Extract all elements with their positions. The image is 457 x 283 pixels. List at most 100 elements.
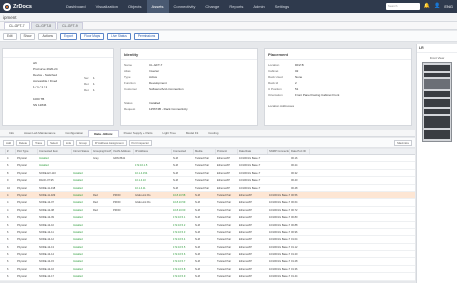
column-header[interactable]: IP Address	[134, 149, 172, 154]
nav-item-visualization[interactable]: Visualization	[91, 0, 123, 13]
table-cell: NODE-12-07	[39, 201, 54, 205]
property-value: sift	[33, 61, 37, 65]
detail-tab[interactable]: Info	[4, 130, 19, 137]
detail-tab[interactable]: Asset Lab Maintenance	[19, 130, 60, 137]
table-row[interactable]: 4 Physical NODE-11-029 Installed Red PROD GGE-…	[0, 191, 415, 200]
table-row[interactable]: 6 Physical Installed 172.16.1.5 N-M Twisted P…	[0, 162, 415, 170]
column-header[interactable]: Grouping/CLAN	[92, 149, 112, 154]
detail-tab[interactable]: Light Tree	[158, 130, 181, 137]
table-cell: 4	[7, 201, 9, 205]
table-cell: 10.1.4.154	[135, 171, 148, 175]
table-row[interactable]: 6 Physical NODE-12-13 Installed 172.16.5.5 N-…	[0, 243, 415, 252]
language-selector[interactable]: ENG	[444, 4, 453, 9]
object-tab[interactable]: CL-GFT-8	[30, 22, 57, 29]
nav-item-change[interactable]: Change	[200, 0, 224, 13]
rack-unit[interactable]	[424, 116, 450, 128]
table-row[interactable]: 6 Physical NODE-12-10 Installed 172.16.5.2 N-…	[0, 221, 415, 229]
grid-group-button[interactable]: Group	[76, 139, 90, 146]
column-header[interactable]: #	[6, 149, 16, 154]
rack-unit[interactable]	[424, 99, 450, 107]
toolbar-floor-maps-button[interactable]: Floor Maps	[80, 32, 105, 40]
table-row[interactable]: 6 Physical NODE-12-16 Installed 172.16.5.8 N-…	[0, 265, 415, 274]
rack-unit[interactable]	[424, 91, 450, 97]
nav-item-reports[interactable]: Reports	[224, 0, 248, 13]
grid-delete-button[interactable]: Delete	[15, 139, 31, 146]
table-cell: NODE-11-029	[39, 193, 56, 197]
toolbar-export-button[interactable]: Export	[59, 32, 78, 40]
toolbar-show-button[interactable]: Show	[19, 32, 36, 40]
property-value: 02	[295, 69, 299, 73]
rack-unit[interactable]	[424, 130, 450, 139]
table-row[interactable]: 10 Physical NODE-11-018 Installed 10.1.4.11 N…	[0, 184, 415, 192]
bell-icon[interactable]: 🔔	[424, 3, 430, 10]
nav-item-assets[interactable]: Assets	[146, 0, 169, 13]
detail-tab[interactable]: Model Fit	[181, 130, 203, 137]
toolbar-actions-button[interactable]: Actions	[38, 32, 57, 40]
table-row[interactable]: 4 Physical NODE-12-08 Installed Red PROD 10.8.…	[0, 206, 415, 215]
detail-tab[interactable]: Power Supply + Parts	[119, 130, 158, 137]
table-cell: 00.88	[291, 223, 298, 227]
detail-tab[interactable]: Configuration	[60, 130, 88, 137]
column-header[interactable]: Connected	[172, 149, 194, 154]
table-row[interactable]: 4 Physical Installed Grey GRN 8641 N-M Twisted…	[0, 155, 415, 163]
table-row[interactable]: 6 Physical NODE-12-12 Installed 172.16.5.4 N-…	[0, 236, 415, 244]
column-header[interactable]: Media	[194, 149, 216, 154]
nav-item-connectivity[interactable]: Connectivity	[169, 0, 201, 13]
grid-ip-address-assignment-button[interactable]: IP Address Assignment	[91, 139, 127, 146]
grid-add-button[interactable]: Add	[3, 139, 14, 146]
column-header[interactable]: Connected Item	[38, 149, 72, 154]
table-cell: 172.16.5.3	[173, 230, 186, 234]
rack-unit[interactable]	[424, 73, 450, 77]
object-tab[interactable]: CL-GFT-9	[57, 22, 83, 29]
column-header[interactable]: Protocol	[216, 149, 238, 154]
table-row[interactable]: 8 Physical NODE-EX-110 Installed 10.1.4.154 N…	[0, 169, 415, 178]
column-header[interactable]: VLAN Address	[112, 149, 134, 154]
grid-port-inspector-button[interactable]: Port Inspector	[128, 139, 152, 146]
rack-unit[interactable]	[424, 65, 450, 71]
column-header[interactable]: Circuit Status	[72, 149, 92, 154]
rack-unit[interactable]	[424, 109, 450, 114]
user-icon[interactable]: 👤	[434, 3, 440, 10]
nav-item-admin[interactable]: Admin	[248, 0, 269, 13]
column-header[interactable]: SNMP Connection	[268, 149, 290, 154]
table-row[interactable]: 6 Physical NODE-12-09 Installed 172.16.5.1 N-…	[0, 214, 415, 222]
nav-item-dashboard[interactable]: Dashboard	[61, 0, 91, 13]
maximize-button[interactable]: Maximize	[394, 139, 412, 146]
table-row[interactable]: 6 Physical NODE-12-14 Installed 172.16.5.6 N-…	[0, 251, 415, 259]
property-value: Inverter	[149, 69, 160, 73]
table-row[interactable]: 4 Physical NODE-12-07 Installed Red PROD GGE-L…	[0, 199, 415, 207]
logo-text: ZrDocs	[13, 3, 32, 10]
column-header[interactable]: Port Type	[16, 149, 38, 154]
table-cell: Ethernet/IP	[239, 238, 252, 242]
grid-select-button[interactable]: Select	[47, 139, 61, 146]
rack-unit[interactable]	[424, 79, 450, 89]
table-row[interactable]: 9 Physical RACK-07.95 Installed 10.1.4.10 N-M…	[0, 177, 415, 185]
table-cell: Twisted Pair	[217, 267, 232, 271]
table-cell: N-M	[195, 267, 200, 271]
grid-trace-button[interactable]: Trace	[32, 139, 46, 146]
table-row[interactable]: 6 Physical NODE-12-17 Installed 172.16.5.9 N-…	[0, 273, 415, 281]
table-cell: Twisted Pair	[217, 253, 232, 257]
toolbar-edit-button[interactable]: Edit	[3, 32, 17, 40]
top-right-tools: Search 🔔 👤 ENG	[385, 3, 457, 10]
global-search-input[interactable]: Search	[385, 3, 420, 10]
detail-tab[interactable]: Data - Ethnic	[88, 129, 119, 137]
toolbar-live-status-button[interactable]: Live Status	[107, 32, 131, 40]
rack-diagram[interactable]	[422, 62, 452, 142]
table-cell: 172.16.5.1	[173, 216, 186, 220]
table-row[interactable]: 6 Physical NODE-12-15 Installed 172.16.5.7 N-…	[0, 258, 415, 266]
column-header[interactable]: Data Rate	[238, 149, 268, 154]
table-row[interactable]: 6 Physical NODE-12-11 Installed 172.16.5.3 N-…	[0, 228, 415, 237]
object-tab[interactable]: CL-GFT-7	[4, 22, 30, 29]
column-header[interactable]: Data Port ID	[290, 149, 310, 154]
grid-link-button[interactable]: Link	[62, 139, 75, 146]
toolbar-permissions-button[interactable]: Permissions	[133, 32, 160, 40]
nav-item-settings[interactable]: Settings	[270, 0, 294, 13]
table-cell: Installed	[73, 193, 83, 197]
nav-item-objects[interactable]: Objects	[123, 0, 147, 13]
table-cell: N-M	[173, 171, 178, 175]
detail-tab-bar: Info Asset Lab Maintenance Configuration Da…	[0, 129, 415, 137]
app-logo[interactable]: ZrDocs	[0, 2, 60, 11]
detail-tab[interactable]: Cooling	[203, 130, 223, 137]
table-cell: Installed	[73, 275, 83, 279]
